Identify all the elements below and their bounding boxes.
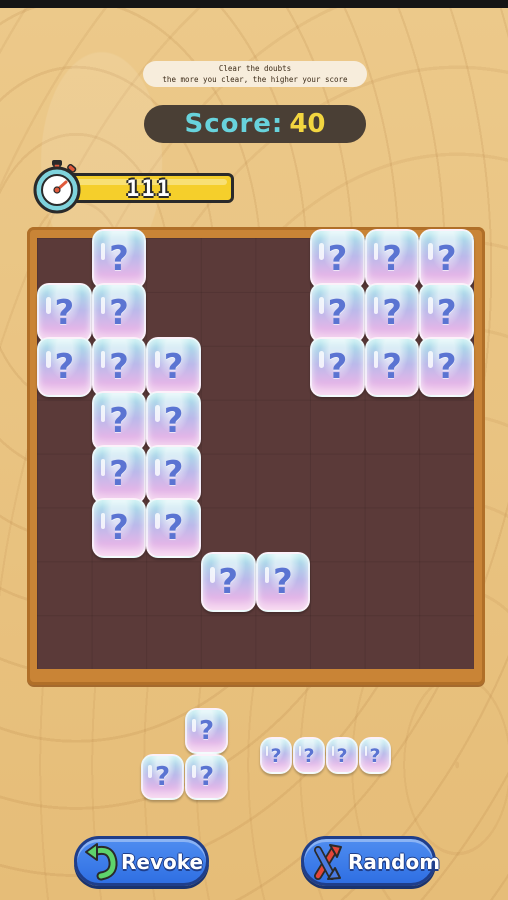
question-mark-icon: ? xyxy=(369,744,381,767)
board-block: ? xyxy=(310,336,365,397)
tray-block: ? xyxy=(293,737,325,774)
question-mark-icon: ? xyxy=(436,238,457,279)
question-mark-icon: ? xyxy=(436,346,457,387)
timer-bar: 111 xyxy=(64,173,234,203)
undo-icon xyxy=(85,843,118,881)
question-mark-icon: ? xyxy=(382,346,402,387)
board-block: ? xyxy=(91,498,147,559)
score-label: Score: xyxy=(184,109,284,139)
question-mark-icon: ? xyxy=(109,400,129,441)
score-value: 40 xyxy=(289,109,326,139)
question-mark-icon: ? xyxy=(109,292,129,333)
question-mark-icon: ? xyxy=(154,762,171,792)
question-mark-icon: ? xyxy=(270,744,282,767)
timer-value: 111 xyxy=(126,177,172,202)
question-mark-icon: ? xyxy=(218,562,239,603)
board-block: ? xyxy=(364,282,420,343)
revoke-label: Revoke xyxy=(121,850,204,874)
board-block: ? xyxy=(91,229,147,289)
tray-block: ? xyxy=(359,737,391,774)
board-block: ? xyxy=(310,282,365,343)
question-mark-icon: ? xyxy=(303,744,315,767)
tray-block: ? xyxy=(260,737,292,774)
random-button[interactable]: Random xyxy=(301,836,440,886)
status-bar xyxy=(0,0,508,8)
board-block: ? xyxy=(419,336,474,397)
board-block: ? xyxy=(310,229,365,289)
board-block: ? xyxy=(419,229,474,289)
board-block: ? xyxy=(91,444,147,505)
score-panel: Score: 40 xyxy=(144,105,366,143)
shuffle-icon xyxy=(314,844,342,880)
question-mark-icon: ? xyxy=(163,454,184,495)
question-mark-icon: ? xyxy=(272,562,293,603)
board-block: ? xyxy=(91,282,147,343)
hint-line-1: Clear the doubts xyxy=(218,64,292,73)
random-label: Random xyxy=(348,850,441,874)
question-mark-icon: ? xyxy=(109,346,129,387)
board-block: ? xyxy=(146,336,201,397)
question-mark-icon: ? xyxy=(163,400,184,441)
tray-block: ? xyxy=(141,754,184,800)
board-block: ? xyxy=(146,444,201,505)
question-mark-icon: ? xyxy=(54,292,75,333)
question-mark-icon: ? xyxy=(436,292,457,333)
question-mark-icon: ? xyxy=(382,238,402,279)
board-block: ? xyxy=(200,552,256,613)
tray-block: ? xyxy=(185,754,228,800)
tray-block: ? xyxy=(185,708,228,754)
board-block: ? xyxy=(419,282,474,343)
board-block: ? xyxy=(364,336,420,397)
question-mark-icon: ? xyxy=(198,716,215,746)
hint-banner: Clear the doubts the more you clear, the… xyxy=(143,61,367,87)
question-mark-icon: ? xyxy=(163,508,184,549)
board-block: ? xyxy=(255,552,311,613)
game-board[interactable]: ??????????????????????? xyxy=(37,229,474,669)
question-mark-icon: ? xyxy=(198,762,215,792)
question-mark-icon: ? xyxy=(327,346,348,387)
tray-piece-l-shape[interactable]: ??? xyxy=(141,708,229,802)
board-block: ? xyxy=(91,336,147,397)
tray-piece-i-shape[interactable]: ???? xyxy=(260,737,392,774)
board-block: ? xyxy=(37,282,92,343)
question-mark-icon: ? xyxy=(109,454,129,495)
hint-line-2: the more you clear, the higher your scor… xyxy=(162,75,348,84)
question-mark-icon: ? xyxy=(109,508,129,549)
stopwatch-icon xyxy=(33,160,81,214)
question-mark-icon: ? xyxy=(163,346,184,387)
tray-block: ? xyxy=(326,737,358,774)
question-mark-icon: ? xyxy=(336,744,348,767)
board-block: ? xyxy=(364,229,420,289)
question-mark-icon: ? xyxy=(109,238,129,279)
board-block: ? xyxy=(37,336,92,397)
board-block: ? xyxy=(91,390,147,451)
question-mark-icon: ? xyxy=(382,292,402,333)
board-block: ? xyxy=(146,498,201,559)
board-block: ? xyxy=(146,390,201,451)
question-mark-icon: ? xyxy=(54,346,75,387)
question-mark-icon: ? xyxy=(327,238,348,279)
revoke-button[interactable]: Revoke xyxy=(74,836,209,886)
question-mark-icon: ? xyxy=(327,292,348,333)
